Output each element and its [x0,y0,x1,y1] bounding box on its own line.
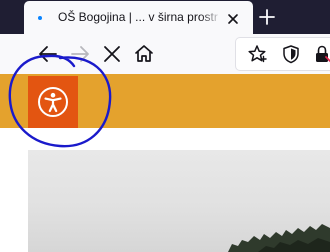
tab-title: OŠ Bogojina | ... v širna prostrar [58,10,218,24]
lock-icon[interactable] [312,43,330,67]
bookmark-star-icon[interactable] [246,43,270,67]
accessibility-button[interactable] [28,76,78,128]
close-icon[interactable] [226,11,240,25]
forward-arrow-icon[interactable] [68,42,92,66]
navigation-toolbar [0,34,330,74]
home-icon[interactable] [132,42,156,66]
stop-icon[interactable] [100,42,124,66]
site-header [0,74,330,128]
plus-icon[interactable] [258,8,276,26]
tab-active[interactable]: OŠ Bogojina | ... v širna prostrar [24,1,253,34]
back-arrow-icon[interactable] [36,42,60,66]
tab-title-fade [200,7,222,27]
hero-image [28,150,330,252]
accessibility-icon [38,87,68,117]
tree-silhouette [228,224,330,252]
tab-strip: OŠ Bogojina | ... v širna prostrar [0,0,330,34]
page-content [0,74,330,252]
tab-loading-indicator [38,16,42,20]
shield-icon[interactable] [280,43,304,67]
browser-window: OŠ Bogojina | ... v širna prostrar [0,0,330,252]
